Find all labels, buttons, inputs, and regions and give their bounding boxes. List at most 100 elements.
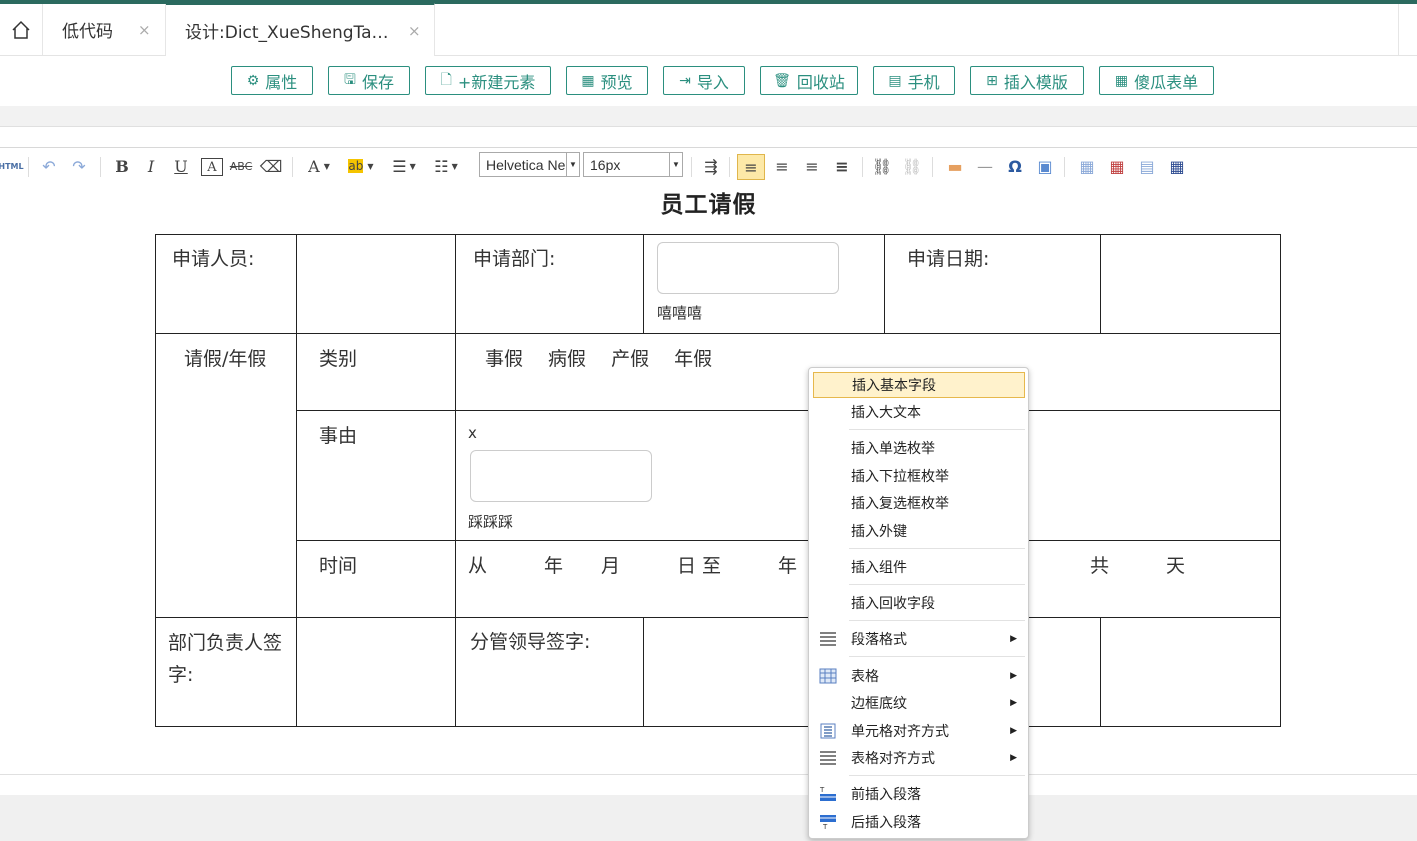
table-border (1100, 617, 1101, 727)
tab-design[interactable]: 设计:Dict_XueShengTa… × (166, 3, 435, 56)
preview-button[interactable]: ▦ 预览 (566, 66, 648, 95)
redo-icon[interactable]: ↷ (68, 154, 90, 178)
insert-template-button[interactable]: ⊞ 插入模版 (970, 66, 1084, 95)
unlink-icon[interactable]: ⛓ (900, 154, 924, 178)
new-element-button[interactable]: 🗋 +新建元素 (425, 66, 551, 95)
eraser-icon[interactable]: ⌫ (260, 154, 283, 178)
font-size-value: 16px (590, 156, 621, 173)
align-left-icon[interactable]: ≡ (737, 154, 765, 180)
editor-footer (0, 774, 1417, 796)
menu-item-insert-paragraph-before[interactable]: T 前插入段落 (813, 781, 1025, 807)
close-icon[interactable]: × (138, 21, 151, 39)
reason-field-label: x (468, 424, 477, 442)
table-border (643, 617, 644, 727)
tab-scroll-right[interactable] (1398, 4, 1417, 55)
font-family-select[interactable]: Helvetica Ne ▼ (479, 152, 580, 177)
menu-item-insert-dropdown-enum[interactable]: 插入下拉框枚举 (813, 463, 1025, 489)
category-label: 类别 (319, 348, 358, 370)
applicant-label: 申请人员: (172, 248, 255, 270)
table-props-icon[interactable]: ▤ (1135, 154, 1159, 178)
time-label: 时间 (319, 555, 358, 577)
separator (862, 157, 863, 177)
action-toolbar: ⚙ 属性 🖫 保存 🗋 +新建元素 ▦ 预览 ⇥ 导入 🗑 回收站 ▤ 手机 ⊞ 插入模版 ▦ 傻… (0, 56, 1417, 106)
menu-separator (849, 775, 1025, 776)
bold-icon[interactable]: B (112, 154, 132, 178)
italic-icon[interactable]: I (141, 154, 161, 178)
close-icon[interactable]: × (408, 22, 421, 40)
menu-item-table[interactable]: 表格 ▶ (813, 663, 1025, 689)
department-input[interactable] (657, 242, 839, 294)
delete-table-icon[interactable]: ▦ (1105, 154, 1129, 178)
menu-item-insert-foreign-key[interactable]: 插入外键 (813, 518, 1025, 544)
menu-item-insert-large-text[interactable]: 插入大文本 (813, 399, 1025, 425)
font-border-icon[interactable]: A (201, 158, 223, 176)
tab-label: 设计:Dict_XueShengTa… (185, 23, 389, 43)
menu-item-label: 插入基本字段 (852, 378, 936, 394)
menu-item-insert-radio-enum[interactable]: 插入单选枚举 (813, 435, 1025, 461)
strikethrough-icon[interactable]: ABC (230, 154, 253, 178)
menu-item-paragraph-format[interactable]: 段落格式 ▶ (813, 626, 1025, 652)
image-icon[interactable]: ▬ (943, 154, 967, 178)
word-paste-icon[interactable]: ▣ (1033, 154, 1057, 178)
font-size-select[interactable]: 16px ▼ (583, 152, 683, 177)
tab-label: 低代码 (62, 22, 113, 42)
button-label: 保存 (361, 72, 394, 92)
button-label: 导入 (696, 72, 729, 92)
trash-icon: 🗑 (773, 72, 791, 89)
category-options: 事假 病假 产假 年假 (485, 348, 713, 370)
special-char-icon[interactable]: Ω (1003, 154, 1027, 178)
font-family-value: Helvetica Ne (486, 156, 566, 173)
time-range-text: 从 年 月 日 至 年 (468, 555, 798, 577)
menu-item-label: 插入下拉框枚举 (851, 469, 949, 485)
home-icon (12, 20, 30, 39)
menu-item-insert-checkbox-enum[interactable]: 插入复选框枚举 (813, 490, 1025, 516)
table-border (155, 333, 1281, 334)
table-border (1280, 234, 1281, 727)
reason-input[interactable] (470, 450, 652, 502)
align-justify-icon[interactable]: ≡ (830, 154, 854, 178)
chevron-down-icon: ▼ (566, 153, 579, 176)
undo-icon[interactable]: ↶ (38, 154, 60, 178)
dept-head-sign-label: 部门负责人签字: (168, 632, 283, 686)
underline-icon[interactable]: U (171, 154, 191, 178)
recycle-bin-button[interactable]: 🗑 回收站 (760, 66, 858, 95)
menu-item-insert-recycle-field[interactable]: 插入回收字段 (813, 590, 1025, 616)
unordered-list-icon[interactable]: ☷ ▼ (428, 154, 464, 178)
properties-button[interactable]: ⚙ 属性 (231, 66, 313, 95)
align-center-icon[interactable]: ≡ (770, 154, 794, 178)
home-button[interactable] (0, 4, 43, 55)
menu-separator (849, 429, 1025, 430)
mobile-button[interactable]: ▤ 手机 (873, 66, 955, 95)
table-grid-icon[interactable]: ▦ (1165, 154, 1189, 178)
import-button[interactable]: ⇥ 导入 (663, 66, 745, 95)
svg-text:T: T (819, 786, 825, 794)
insert-table-icon[interactable]: ▦ (1075, 154, 1099, 178)
table-border (155, 617, 1281, 618)
page-background (0, 795, 1417, 841)
indent-icon[interactable]: ⇶ (700, 154, 722, 178)
horizontal-rule-icon[interactable]: — (973, 154, 997, 178)
menu-item-border-shading[interactable]: 边框底纹 ▶ (813, 690, 1025, 716)
chevron-right-icon: ▶ (1010, 753, 1017, 763)
html-source-button[interactable]: HTML (0, 154, 24, 178)
ordered-list-icon[interactable]: ☰ ▼ (386, 154, 422, 178)
table-border (296, 540, 1281, 541)
tab-lowcode[interactable]: 低代码 × (43, 4, 166, 55)
spacer (0, 126, 1417, 147)
font-color-icon[interactable]: A ▼ (302, 154, 336, 178)
leave-form-table[interactable]: 申请人员: 申请部门: 嘻嘻嘻 申请日期: 请假/年假 类别 事假 病假 产假 … (155, 234, 1281, 727)
chevron-right-icon: ▶ (1010, 698, 1017, 708)
chevron-right-icon: ▶ (1010, 671, 1017, 681)
separator (729, 157, 730, 177)
align-right-icon[interactable]: ≡ (800, 154, 824, 178)
menu-item-insert-basic-field[interactable]: 插入基本字段 (813, 372, 1025, 398)
menu-item-cell-alignment[interactable]: 单元格对齐方式 ▶ (813, 718, 1025, 744)
menu-item-insert-component[interactable]: 插入组件 (813, 554, 1025, 580)
menu-item-insert-paragraph-after[interactable]: T 后插入段落 (813, 809, 1025, 835)
simple-form-button[interactable]: ▦ 傻瓜表单 (1099, 66, 1214, 95)
link-icon[interactable]: ⛓ (870, 154, 894, 178)
save-button[interactable]: 🖫 保存 (328, 66, 410, 95)
menu-item-table-alignment[interactable]: 表格对齐方式 ▶ (813, 745, 1025, 771)
menu-item-label: 边框底纹 (851, 696, 907, 712)
highlight-icon[interactable]: ab ▼ (343, 154, 379, 178)
